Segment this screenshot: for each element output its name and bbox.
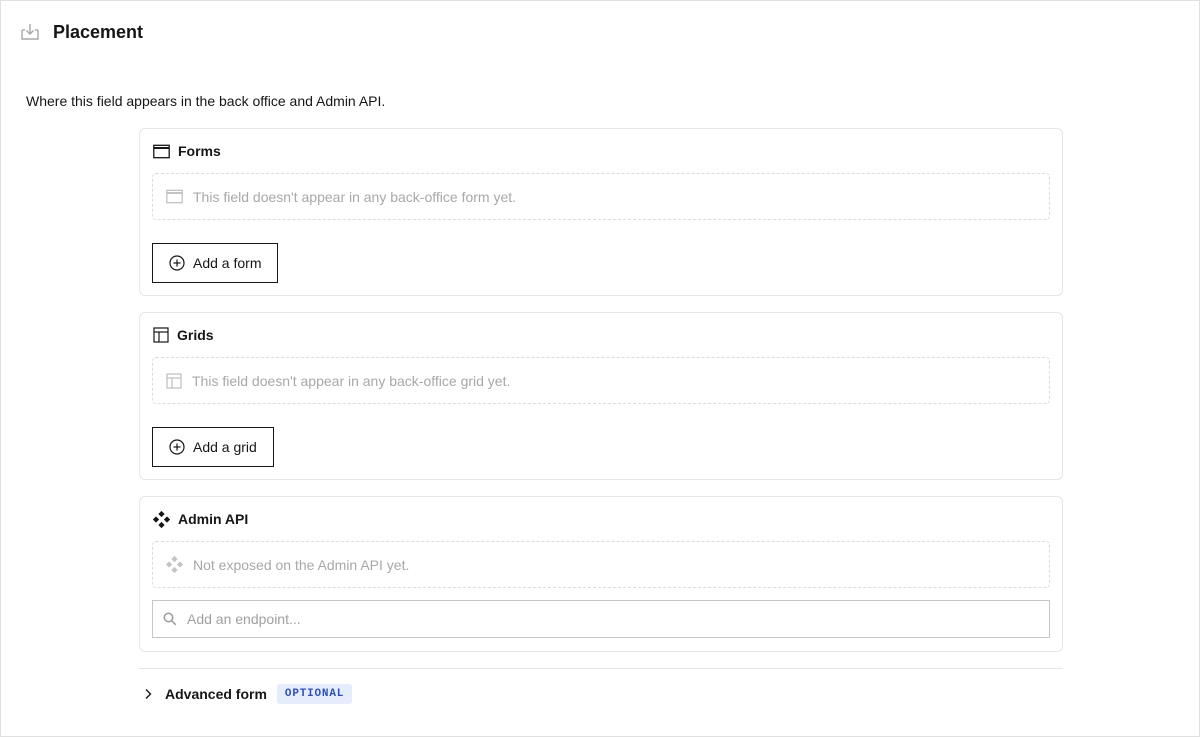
- forms-empty-text: This field doesn't appear in any back-of…: [193, 188, 517, 205]
- endpoint-search-box: [152, 600, 1050, 638]
- admin-api-empty-state: Not exposed on the Admin API yet.: [152, 541, 1050, 588]
- add-circle-icon: [169, 255, 185, 271]
- placement-description: Where this field appears in the back off…: [26, 93, 386, 109]
- forms-section-header: Forms: [153, 142, 221, 160]
- forms-empty-state: This field doesn't appear in any back-of…: [152, 173, 1050, 220]
- add-form-label: Add a form: [193, 255, 262, 271]
- api-nodes-icon: [153, 510, 170, 528]
- download-tray-icon: [20, 22, 40, 42]
- admin-api-section-title: Admin API: [178, 511, 249, 527]
- search-icon: [163, 612, 177, 626]
- admin-api-empty-text: Not exposed on the Admin API yet.: [193, 556, 410, 573]
- table-icon: [166, 372, 182, 389]
- panel-header: Placement: [20, 20, 143, 44]
- admin-api-section-header: Admin API: [153, 510, 248, 528]
- window-icon: [153, 144, 170, 159]
- add-circle-icon: [169, 439, 185, 455]
- add-grid-label: Add a grid: [193, 439, 257, 455]
- api-nodes-icon: [166, 556, 183, 573]
- forms-section: Forms This field doesn't appear in any b…: [139, 128, 1063, 296]
- page-title: Placement: [53, 22, 144, 42]
- section-divider: [139, 668, 1063, 669]
- table-icon: [153, 327, 169, 343]
- chevron-right-icon: [141, 687, 155, 701]
- window-icon: [166, 189, 183, 204]
- placement-panel: Placement Where this field appears in th…: [0, 0, 1200, 737]
- admin-api-section: Admin API Not exposed on the Admin API y…: [139, 496, 1063, 652]
- advanced-form-toggle[interactable]: Advanced form OPTIONAL: [141, 684, 353, 704]
- grids-section: Grids This field doesn't appear in any b…: [139, 312, 1063, 480]
- advanced-form-label: Advanced form: [165, 686, 267, 702]
- endpoint-search-input[interactable]: [185, 610, 1025, 628]
- grids-empty-state: This field doesn't appear in any back-of…: [152, 357, 1050, 404]
- forms-section-title: Forms: [178, 143, 221, 159]
- grids-section-title: Grids: [177, 327, 214, 343]
- add-grid-button[interactable]: Add a grid: [152, 427, 274, 467]
- grids-empty-text: This field doesn't appear in any back-of…: [192, 372, 511, 389]
- grids-section-header: Grids: [153, 326, 214, 344]
- add-form-button[interactable]: Add a form: [152, 243, 279, 283]
- optional-badge: OPTIONAL: [276, 684, 353, 704]
